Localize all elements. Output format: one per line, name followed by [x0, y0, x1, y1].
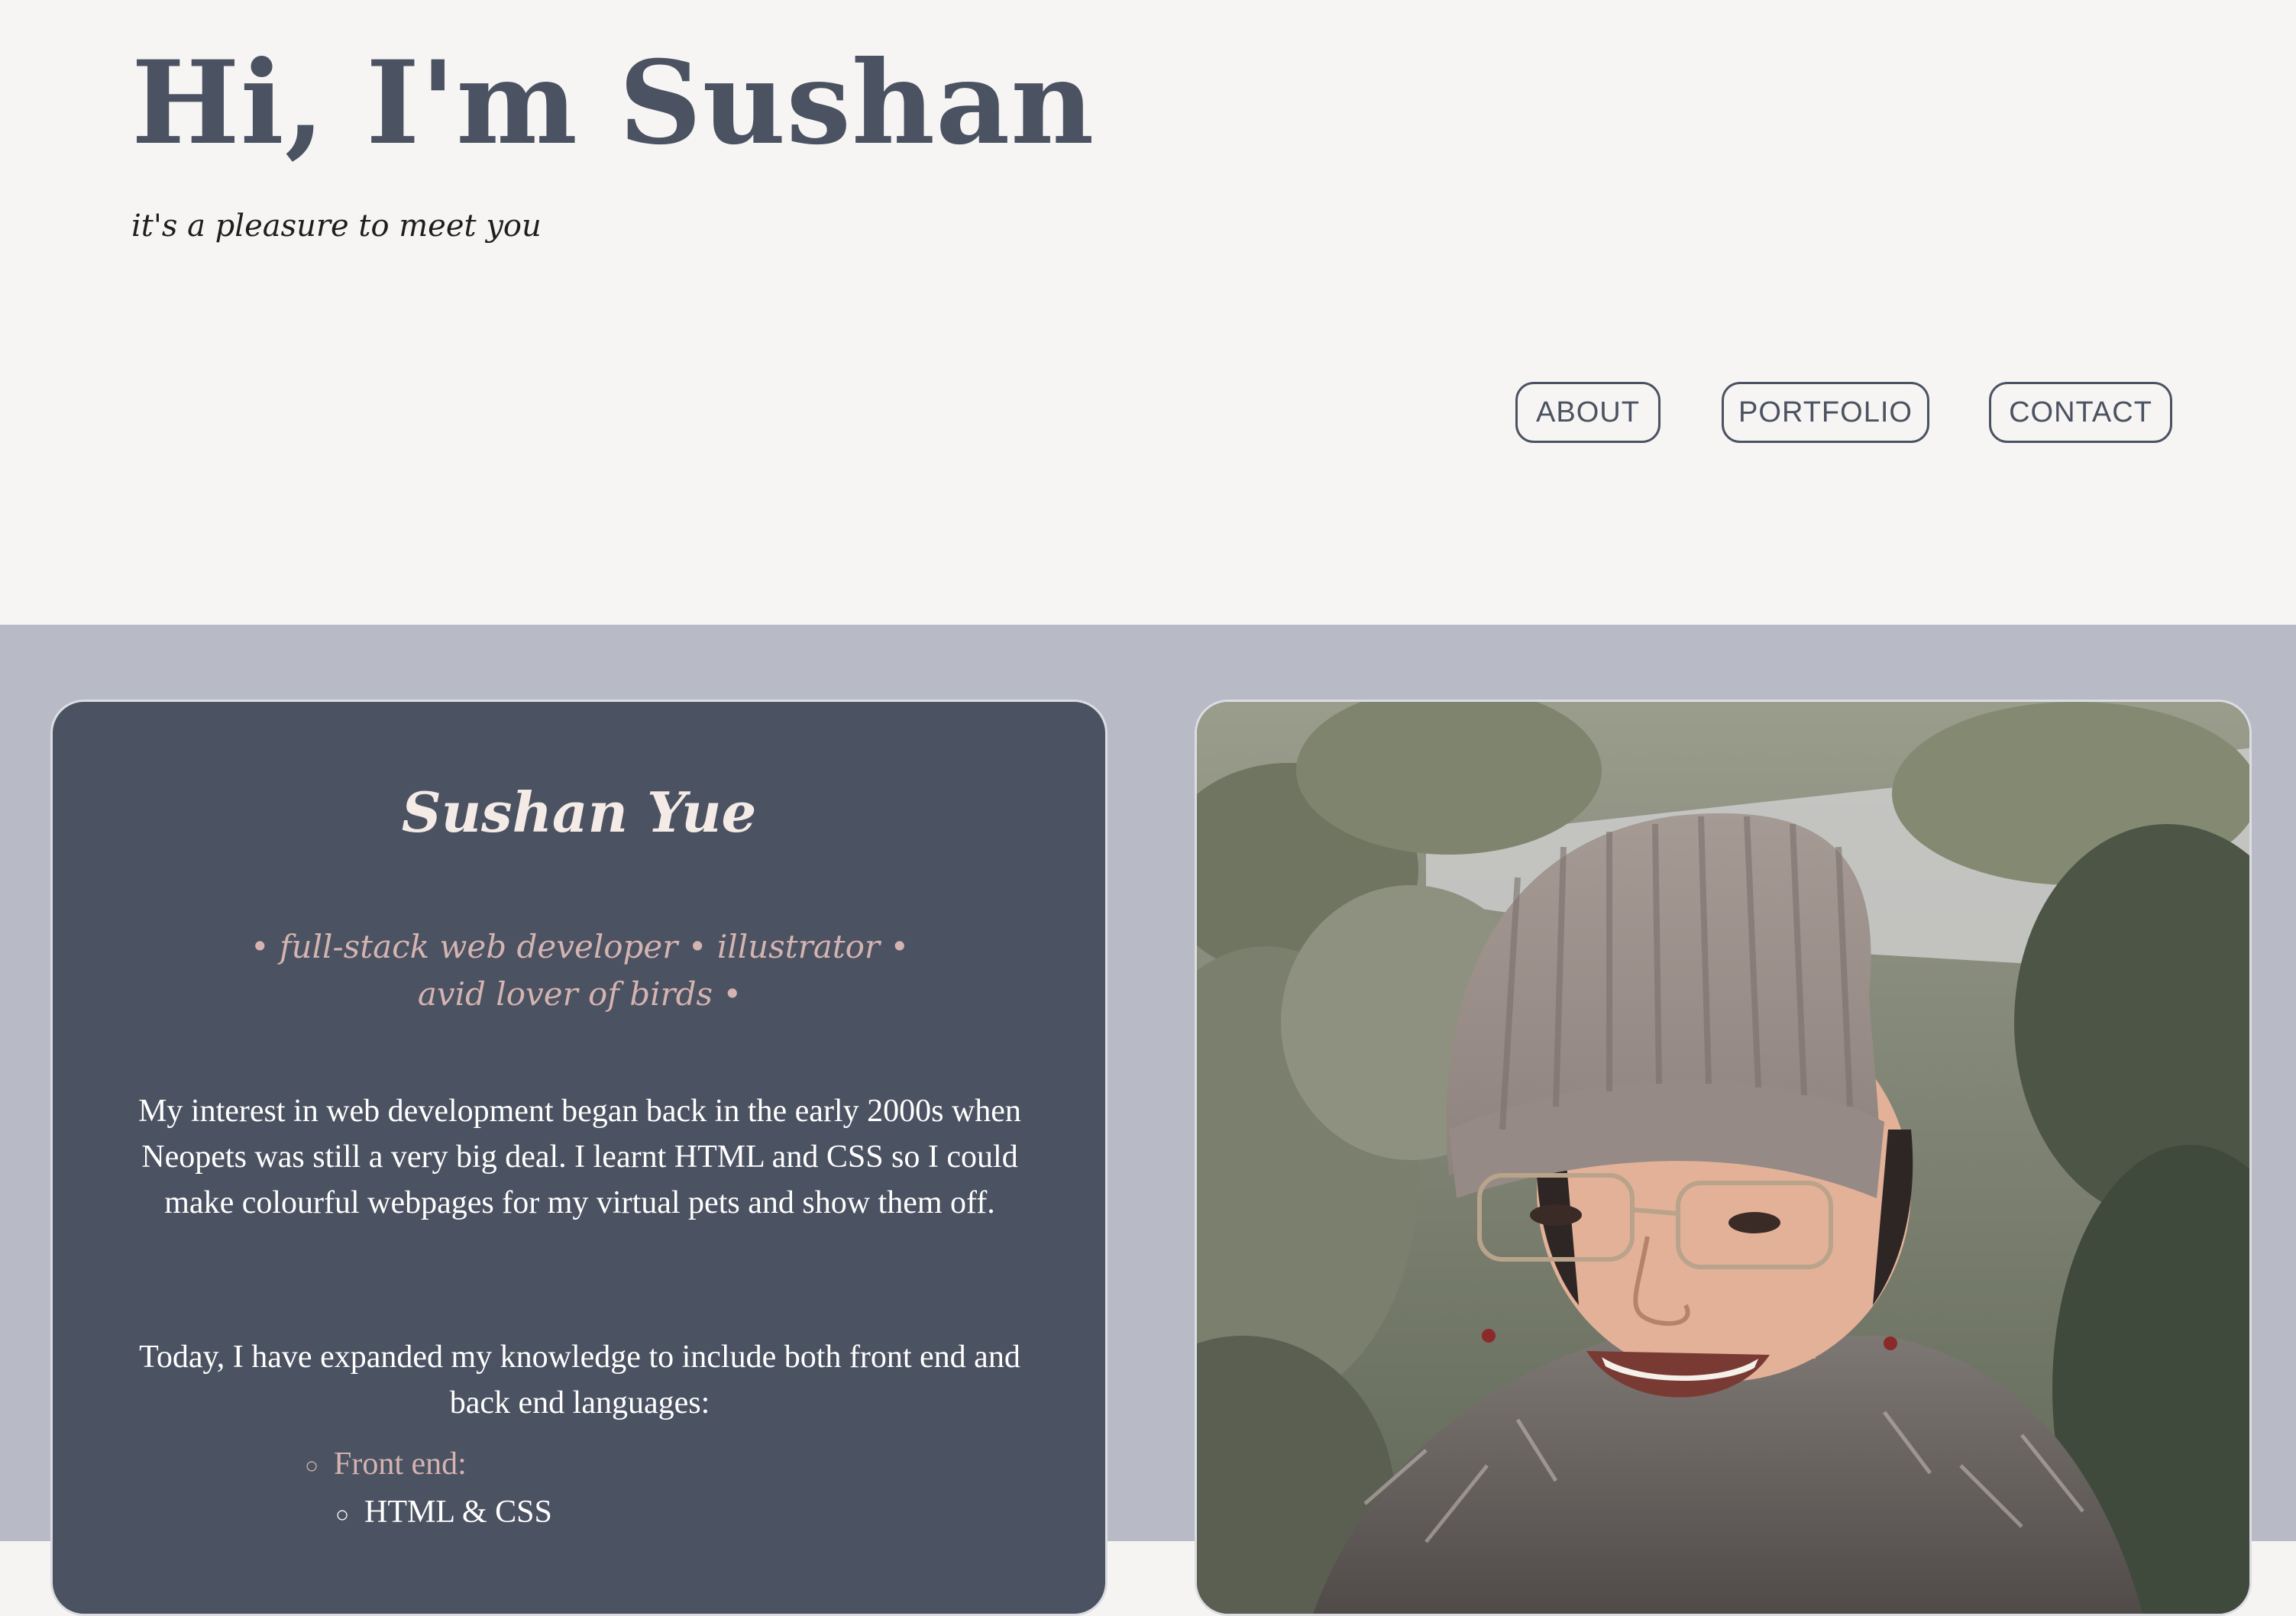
hero-header: Hi, I'm Sushan it's a pleasure to meet y…	[0, 0, 2296, 625]
circle-bullet-icon: ○	[335, 1501, 350, 1527]
site-tagline: it's a pleasure to meet you	[131, 208, 542, 244]
nav-contact-button[interactable]: CONTACT	[1989, 382, 2172, 443]
skills-heading-label: Front end:	[334, 1446, 467, 1482]
about-bio-paragraph: My interest in web development began bac…	[138, 1094, 1021, 1220]
about-bio-paragraph: Today, I have expanded my knowledge to i…	[139, 1340, 1020, 1420]
about-roles: • full-stack web developer • illustrator…	[250, 928, 910, 1013]
skills-list: ○ Front end: ○ HTML & CSS	[305, 1441, 552, 1538]
about-name: Sushan Yue	[401, 780, 757, 845]
skill-label: HTML & CSS	[364, 1495, 552, 1530]
about-section: Sushan Yue • full-stack web developer • …	[0, 625, 2296, 1616]
nav-about-button[interactable]: ABOUT	[1515, 382, 1661, 443]
skills-heading: ○ Front end:	[305, 1441, 552, 1489]
portrait-photo-image	[1197, 702, 2249, 1614]
profile-photo	[1195, 700, 2252, 1616]
nav-portfolio-button[interactable]: PORTFOLIO	[1722, 382, 1929, 443]
about-card: Sushan Yue • full-stack web developer • …	[50, 700, 1108, 1616]
list-item: ○ HTML & CSS	[335, 1489, 552, 1537]
site-title: Hi, I'm Sushan	[131, 36, 1095, 170]
circle-bullet-icon: ○	[305, 1453, 319, 1479]
